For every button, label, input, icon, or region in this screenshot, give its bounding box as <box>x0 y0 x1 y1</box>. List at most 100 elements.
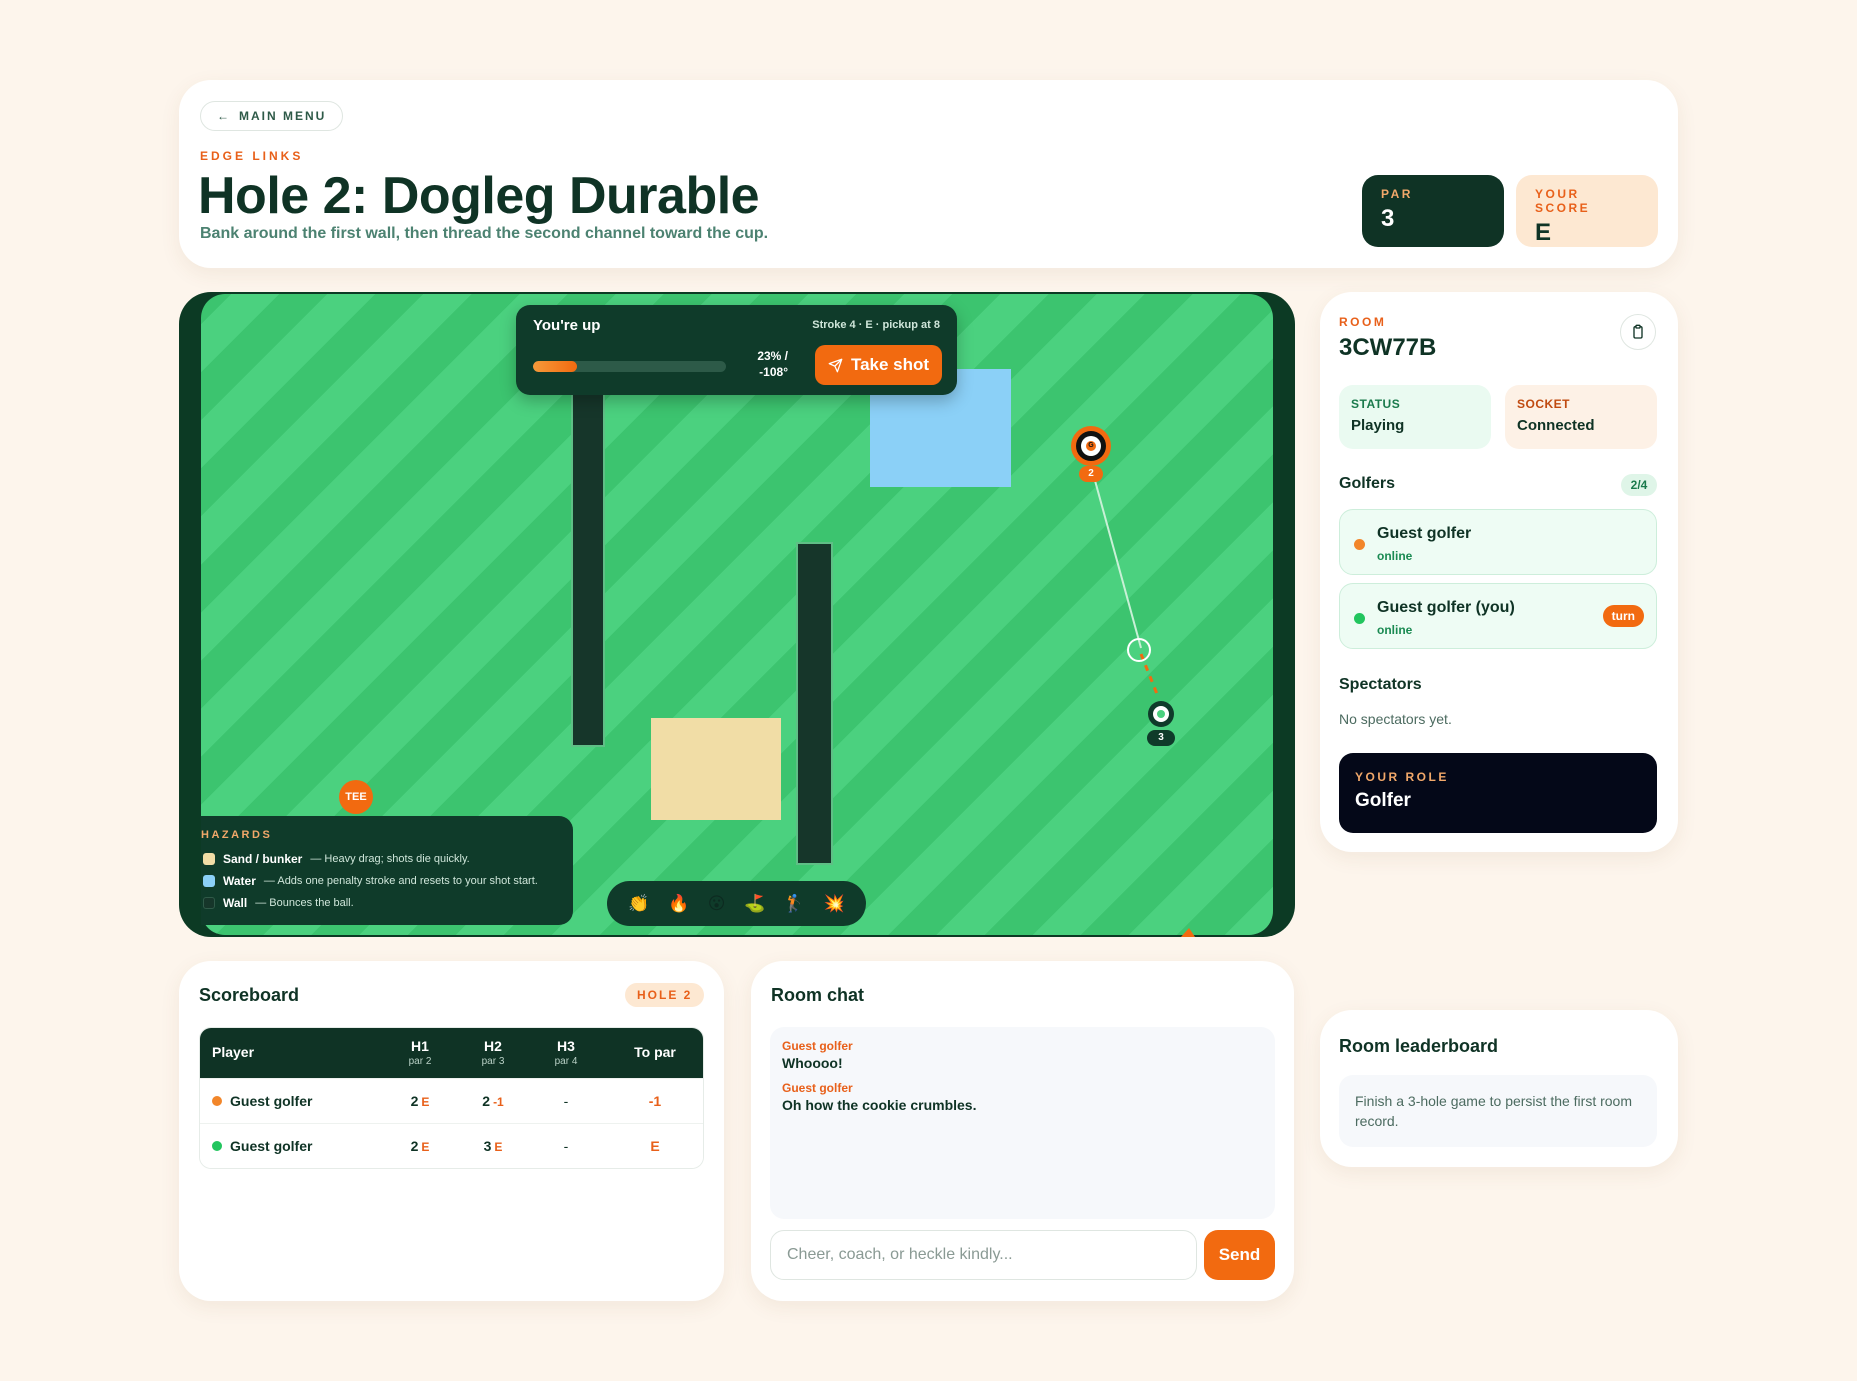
ball-ring: G <box>1076 431 1106 461</box>
spectators-title: Spectators <box>1339 676 1422 693</box>
golfer-ball-3 <box>1148 701 1174 727</box>
flag-reaction-button[interactable]: ⛳ <box>744 894 765 914</box>
aim-target-icon <box>1127 638 1151 662</box>
message-text: Whoooo! <box>782 1055 843 1071</box>
relative-score: E <box>494 1140 503 1154</box>
wall-swatch <box>203 897 215 909</box>
aim-angle: -108° <box>759 365 788 379</box>
player-color-dot <box>1354 613 1365 624</box>
power-fill <box>533 361 578 372</box>
column-label: H1 <box>411 1038 429 1054</box>
score-label: YOUR SCORE <box>1535 187 1591 215</box>
ball-tag: 2 <box>1079 466 1103 482</box>
h3-cell: - <box>563 1138 569 1154</box>
wow-reaction-button[interactable]: 😮 <box>708 894 726 914</box>
score-value: E <box>1535 219 1552 246</box>
strokes: 2 <box>410 1093 419 1109</box>
clap-reaction-button[interactable]: 👏 <box>628 894 649 914</box>
sand-swatch <box>203 853 215 865</box>
stroke-meta: Stroke 4 · E · pickup at 8 <box>812 319 940 331</box>
relative-score: E <box>421 1140 430 1154</box>
score-stat: YOUR SCORE E <box>1516 175 1658 247</box>
message-author: Guest golfer <box>782 1081 853 1095</box>
scoreboard-title: Scoreboard <box>199 985 300 1005</box>
leaderboard-empty-note: Finish a 3-hole game to persist the firs… <box>1339 1075 1657 1147</box>
hazards-legend: HAZARDS Sand / bunker — Heavy drag; shot… <box>201 816 573 925</box>
turn-title: You're up <box>533 317 601 334</box>
h1-cell: 2E <box>400 1093 440 1109</box>
golfer-item: Guest golfer online <box>1339 509 1657 575</box>
send-button[interactable]: Send <box>1204 1230 1275 1280</box>
role-panel: YOUR ROLE Golfer <box>1339 753 1657 833</box>
strokes: 2 <box>410 1138 419 1154</box>
power-bar[interactable] <box>533 361 726 372</box>
ball-trail-line <box>1090 465 1142 649</box>
chat-message: Guest golfer Oh how the cookie crumbles. <box>782 1081 1263 1113</box>
column-header: H3 par 4 <box>546 1038 586 1067</box>
hole-description: Bank around the first wall, then thread … <box>200 225 769 242</box>
ball-letter: G <box>1086 441 1096 451</box>
column-par: par 4 <box>554 1056 578 1067</box>
column-header: H2 par 3 <box>473 1038 513 1067</box>
send-icon <box>828 358 843 372</box>
hazards-heading: HAZARDS <box>201 829 273 841</box>
chat-message: Guest golfer Whoooo! <box>782 1039 1263 1071</box>
golfer-reaction-button[interactable]: 🏌 <box>784 894 805 914</box>
role-value: Golfer <box>1355 790 1411 811</box>
hazard-name: Sand / bunker <box>223 852 303 866</box>
status-value: Playing <box>1351 417 1405 434</box>
column-header: H1 par 2 <box>400 1038 440 1067</box>
golfer-item: Guest golfer (you) online turn <box>1339 583 1657 649</box>
leaderboard-title: Room leaderboard <box>1339 1036 1499 1056</box>
role-label: YOUR ROLE <box>1355 770 1449 784</box>
boom-reaction-button[interactable]: 💥 <box>824 894 845 914</box>
course-name: EDGE LINKS <box>200 149 304 163</box>
strokes: 3 <box>483 1138 492 1154</box>
player-color-dot <box>212 1096 222 1106</box>
chat-messages[interactable]: Guest golfer Whoooo! Guest golfer Oh how… <box>770 1027 1275 1219</box>
par-value: 3 <box>1381 205 1395 232</box>
room-label: ROOM <box>1339 315 1387 329</box>
h3-cell: - <box>563 1093 569 1109</box>
main-menu-button[interactable]: ← MAIN MENU <box>200 101 344 131</box>
column-label: H2 <box>484 1038 502 1054</box>
golfer-status: online <box>1377 623 1413 637</box>
fire-reaction-button[interactable]: 🔥 <box>668 894 689 914</box>
hazard-item-water: Water — Adds one penalty stroke and rese… <box>203 874 538 888</box>
chat-input[interactable] <box>770 1230 1197 1280</box>
player-cell: Guest golfer <box>212 1093 312 1109</box>
copy-room-code-button[interactable] <box>1620 314 1656 350</box>
player-name: Guest golfer <box>230 1138 313 1154</box>
chat-title: Room chat <box>771 985 865 1005</box>
hazard-desc: — Adds one penalty stroke and resets to … <box>263 875 538 887</box>
room-code: 3CW77B <box>1339 334 1437 361</box>
par-stat: PAR 3 <box>1362 175 1504 247</box>
column-par: par 2 <box>408 1056 432 1067</box>
h1-cell: 2E <box>400 1138 440 1154</box>
ball-core <box>1153 706 1169 722</box>
spectators-empty: No spectators yet. <box>1339 711 1452 727</box>
to-par-cell: E <box>650 1138 660 1154</box>
golfer-ball-2: G <box>1071 426 1111 466</box>
golfer-name: Guest golfer (you) <box>1377 599 1515 616</box>
h2-cell: 2 -1 <box>473 1093 513 1109</box>
relative-score: -1 <box>493 1095 504 1109</box>
water-swatch <box>203 875 215 887</box>
relative-score: E <box>421 1095 430 1109</box>
hazard-desc: — Heavy drag; shots die quickly. <box>310 853 470 865</box>
strokes: 2 <box>482 1093 491 1109</box>
leaderboard-panel: Room leaderboard Finish a 3-hole game to… <box>1320 1010 1678 1167</box>
ball-tag: 3 <box>1147 730 1175 746</box>
socket-pill: SOCKET Connected <box>1505 385 1657 449</box>
room-panel: ROOM 3CW77B STATUS Playing SOCKET Connec… <box>1320 292 1678 852</box>
golfer-name: Guest golfer <box>1377 525 1472 542</box>
table-row: Guest golfer 2E 3E - E <box>200 1123 703 1168</box>
clipboard-icon <box>1633 324 1643 339</box>
player-cell: Guest golfer <box>212 1138 312 1154</box>
take-shot-button[interactable]: Take shot <box>815 345 942 385</box>
status-pill: STATUS Playing <box>1339 385 1491 449</box>
hazard-name: Water <box>223 874 256 888</box>
reaction-bar: 👏 🔥 😮 ⛳ 🏌 💥 <box>607 881 866 926</box>
hole-header: ← MAIN MENU EDGE LINKS Hole 2: Dogleg Du… <box>179 80 1678 268</box>
column-header: Player <box>212 1044 255 1060</box>
